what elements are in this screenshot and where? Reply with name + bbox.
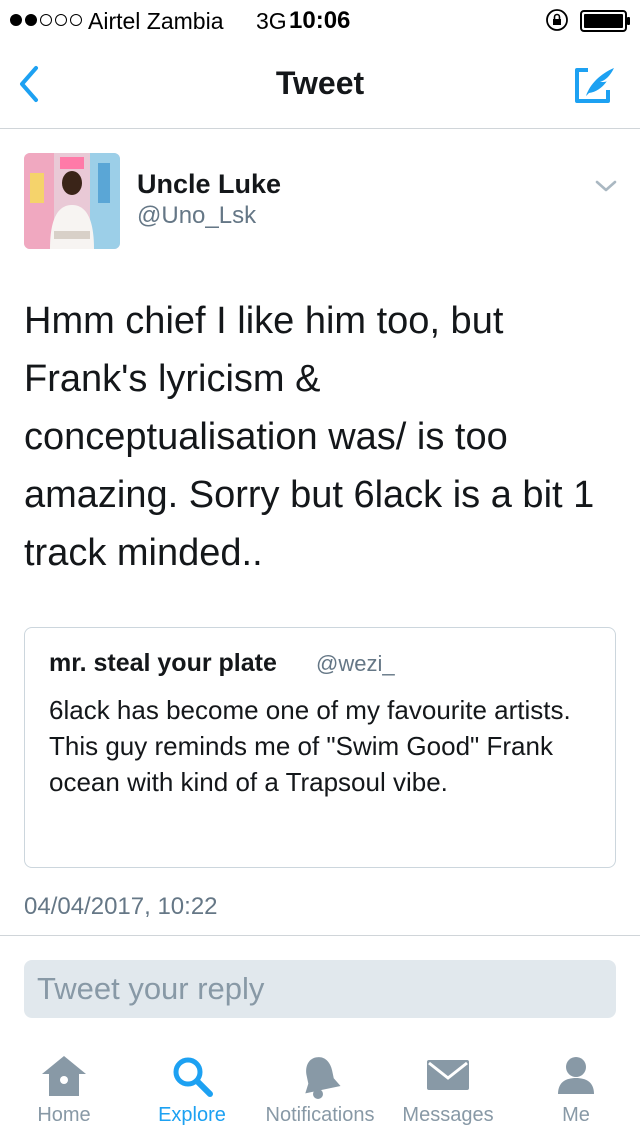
orientation-lock-icon — [546, 9, 568, 31]
quoted-author-handle: @wezi_ — [316, 651, 395, 676]
tweet-timestamp: 04/04/2017, 10:22 — [24, 893, 218, 920]
reply-input[interactable] — [24, 960, 616, 1018]
tab-messages[interactable]: Messages — [384, 1050, 512, 1136]
network-type: 3G — [256, 8, 287, 34]
home-icon — [42, 1056, 86, 1096]
chevron-down-icon[interactable] — [594, 178, 618, 194]
tab-notifications[interactable]: Notifications — [256, 1050, 384, 1136]
search-icon — [173, 1057, 213, 1097]
tab-bar: Home Explore Notifications Messages Me — [0, 1040, 640, 1136]
signal-strength-icon — [10, 14, 82, 26]
tab-label: Me — [562, 1104, 590, 1126]
compose-tweet-icon[interactable] — [572, 64, 618, 106]
tab-explore[interactable]: Explore — [128, 1050, 256, 1136]
status-bar: Airtel Zambia 3G 10:06 — [0, 0, 640, 40]
divider — [0, 935, 640, 936]
quoted-tweet-card[interactable]: mr. steal your plate @wezi_ 6lack has be… — [24, 627, 616, 868]
tab-label: Notifications — [265, 1104, 375, 1126]
tweet-text: Hmm chief I like him too, but Frank's ly… — [24, 300, 595, 574]
carrier-name: Airtel Zambia — [88, 8, 224, 34]
person-icon — [558, 1057, 594, 1094]
author-handle[interactable]: @Uno_Lsk — [137, 202, 256, 230]
tab-home[interactable]: Home — [0, 1050, 128, 1136]
nav-header: Tweet — [0, 40, 640, 129]
tab-me[interactable]: Me — [512, 1050, 640, 1136]
quoted-author-name: mr. steal your plate — [49, 649, 277, 677]
page-title: Tweet — [275, 65, 365, 101]
author-avatar[interactable] — [24, 153, 120, 249]
reply-box[interactable] — [24, 960, 616, 1018]
status-clock: 10:06 — [289, 7, 351, 34]
envelope-icon — [427, 1060, 469, 1090]
quoted-tweet-text: 6lack has become one of my favourite art… — [49, 695, 571, 797]
battery-icon — [580, 10, 630, 32]
author-name[interactable]: Uncle Luke — [137, 169, 281, 200]
tab-label: Explore — [158, 1104, 226, 1126]
bell-icon — [305, 1057, 341, 1099]
tab-label: Messages — [402, 1104, 494, 1126]
